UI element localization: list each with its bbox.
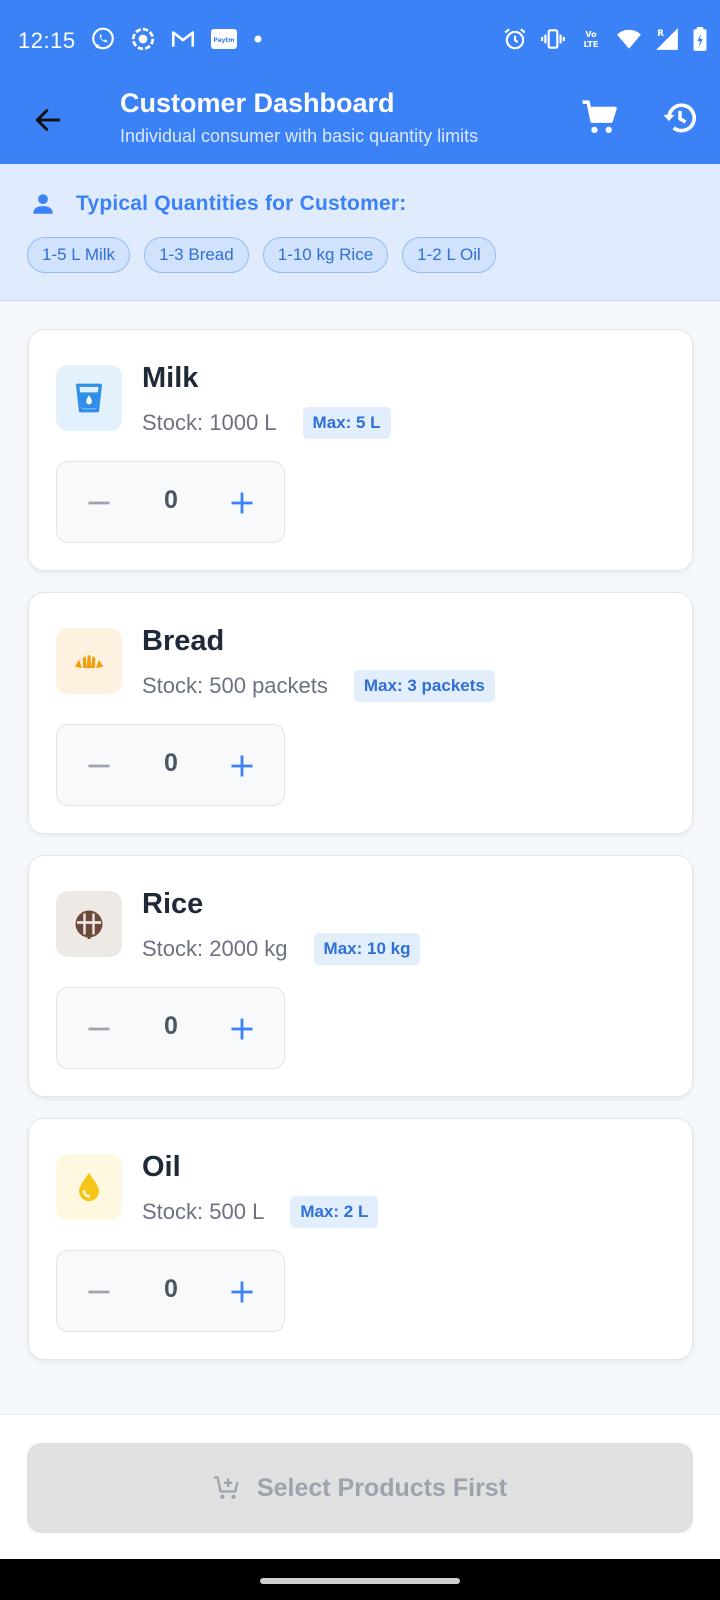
select-products-button[interactable]: Select Products First [27,1443,693,1533]
quantity-chips: 1-5 L Milk 1-3 Bread 1-10 kg Rice 1-2 L … [27,237,496,273]
product-icon-box [56,1154,122,1220]
plus-icon [231,492,253,514]
product-stock: Stock: 500 L [142,1199,265,1224]
decrease-button[interactable] [79,746,119,786]
product-name: Bread [142,625,225,657]
product-icon-box [56,891,122,957]
page-subtitle: Individual consumer with basic quantity … [120,126,479,146]
app-bar: Customer Dashboard Individual consumer w… [0,82,720,164]
gmail-icon [171,31,195,47]
back-button[interactable] [26,98,70,142]
svg-text:Vo: Vo [585,30,597,39]
wifi-icon [617,29,641,49]
product-card-milk: Milk Stock: 1000 L Max: 5 L 0 [28,329,693,571]
cart-icon [582,100,617,134]
max-badge: Max: 3 packets [353,670,495,702]
increase-button[interactable] [222,1009,262,1049]
quantity-chip: 1-2 L Oil [402,237,496,273]
alarm-icon [504,28,526,50]
history-button[interactable] [658,96,702,140]
bottom-action-bar: Select Products First [0,1414,720,1559]
product-name: Rice [142,888,204,920]
typical-quantities-panel: Typical Quantities for Customer: 1-5 L M… [0,164,720,301]
increase-button[interactable] [222,1272,262,1312]
page-title: Customer Dashboard [120,88,395,118]
minus-icon [88,1027,110,1031]
minus-icon [88,501,110,505]
signal-icon: R [656,28,678,50]
product-card-bread: Bread Stock: 500 packets Max: 3 packets … [28,592,693,834]
status-time: 12:15 [18,28,76,53]
product-name: Oil [142,1151,181,1183]
quantity-chip: 1-3 Bread [144,237,249,273]
svg-text:LTE: LTE [584,40,599,49]
quantity-value: 0 [164,1275,178,1303]
volte-icon: VoLTE [584,30,599,49]
plus-icon [231,1018,253,1040]
quantity-stepper: 0 [56,987,285,1069]
quantity-stepper: 0 [56,724,285,806]
svg-text:Paytm: Paytm [213,37,234,44]
max-badge: Max: 10 kg [313,933,421,965]
history-icon [663,103,697,133]
product-icon-box [56,365,122,431]
minus-icon [88,1290,110,1294]
decrease-button[interactable] [79,1009,119,1049]
screen-record-icon [131,27,155,51]
system-nav-bar [0,1559,720,1600]
quantity-stepper: 0 [56,461,285,543]
product-stock: Stock: 2000 kg [142,936,288,961]
arrow-back-icon [35,109,61,131]
vibrate-icon [541,29,565,49]
oil-drop-icon [79,1172,99,1202]
product-card-oil: Oil Stock: 500 L Max: 2 L 0 [28,1118,693,1360]
svg-text:R: R [657,29,664,39]
quantity-chip: 1-5 L Milk [27,237,131,273]
add-cart-icon [214,1476,239,1499]
product-icon-box [56,628,122,694]
home-gesture-handle[interactable] [260,1578,460,1584]
product-name: Milk [142,362,199,394]
typical-quantities-title: Typical Quantities for Customer: [76,192,407,215]
decrease-button[interactable] [79,1272,119,1312]
dot-icon [254,35,262,43]
cart-button[interactable] [578,96,622,140]
quantity-value: 0 [164,486,178,514]
minus-icon [88,764,110,768]
paytm-icon: Paytm [211,29,237,49]
plus-icon [231,1281,253,1303]
status-bar: 12:15 Paytm Vo LTE R [0,0,720,82]
milk-glass-icon [76,383,102,413]
product-stock: Stock: 500 packets [142,673,328,698]
increase-button[interactable] [222,483,262,523]
whatsapp-icon [92,27,114,50]
quantity-stepper: 0 [56,1250,285,1332]
person-icon [33,194,53,214]
max-badge: Max: 5 L [302,407,391,439]
rice-bowl-icon [75,910,103,939]
product-card-rice: Rice Stock: 2000 kg Max: 10 kg 0 [28,855,693,1097]
bread-icon [74,655,104,669]
product-stock: Stock: 1000 L [142,410,277,435]
plus-icon [231,755,253,777]
decrease-button[interactable] [79,483,119,523]
select-products-label: Select Products First [256,1473,508,1502]
battery-icon [693,27,707,51]
quantity-value: 0 [164,749,178,777]
quantity-value: 0 [164,1012,178,1040]
max-badge: Max: 2 L [290,1196,379,1228]
increase-button[interactable] [222,746,262,786]
quantity-chip: 1-10 kg Rice [262,237,389,273]
